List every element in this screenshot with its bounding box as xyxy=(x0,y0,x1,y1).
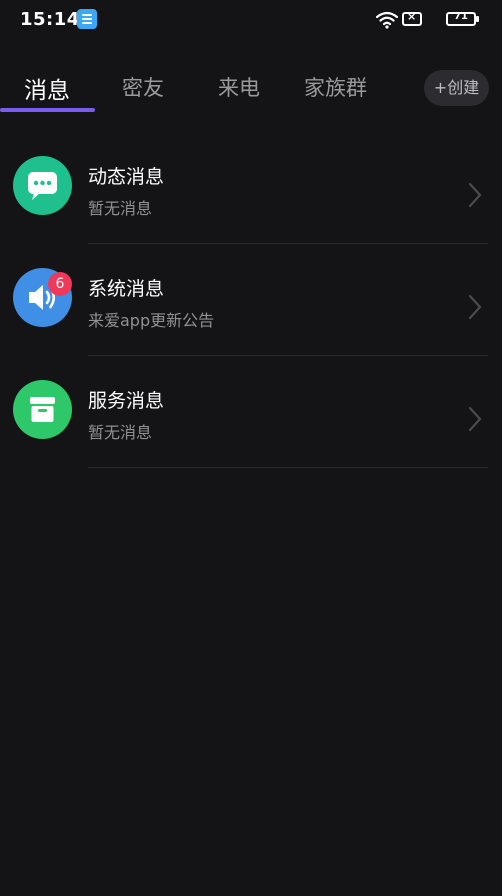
item-subtitle: 暂无消息 xyxy=(88,199,153,218)
no-sim-label: × xyxy=(407,10,417,23)
list-item-service-messages[interactable]: 服务消息 暂无消息 xyxy=(0,356,502,468)
tab-close-friends[interactable]: 密友 xyxy=(122,72,164,102)
chat-bubble-icon xyxy=(13,156,72,215)
item-title: 系统消息 xyxy=(88,278,165,300)
list-item-dynamic-messages[interactable]: 动态消息 暂无消息 xyxy=(0,132,502,244)
item-subtitle: 暂无消息 xyxy=(88,423,153,442)
item-subtitle: 来爱app更新公告 xyxy=(88,311,215,330)
no-sim-icon: × xyxy=(402,10,422,26)
battery-level: 71 xyxy=(454,11,468,22)
status-time: 15:14 xyxy=(20,9,80,30)
create-button[interactable]: +创建 xyxy=(424,70,489,106)
chevron-right-icon xyxy=(468,406,482,432)
wifi-icon xyxy=(376,11,398,29)
chevron-right-icon xyxy=(468,182,482,208)
unread-count-badge: 6 xyxy=(48,272,72,296)
tab-calls[interactable]: 来电 xyxy=(218,72,260,102)
notification-note-icon xyxy=(77,9,97,29)
tab-family-group[interactable]: 家族群 xyxy=(304,72,367,102)
active-tab-indicator xyxy=(0,108,95,112)
message-list: 动态消息 暂无消息 系统消息 来爱app更新公告 服务消息 暂无消息 xyxy=(0,132,502,468)
battery-icon: 71 xyxy=(446,11,479,26)
box-icon xyxy=(13,380,72,439)
status-bar: 15:14 × 71 xyxy=(0,0,502,40)
tab-messages[interactable]: 消息 xyxy=(24,71,70,105)
chevron-right-icon xyxy=(468,294,482,320)
item-title: 服务消息 xyxy=(88,390,165,412)
tab-bar: 消息 密友 来电 家族群 +创建 xyxy=(0,64,502,116)
list-item-system-messages[interactable]: 系统消息 来爱app更新公告 xyxy=(0,244,502,356)
item-title: 动态消息 xyxy=(88,166,165,188)
divider xyxy=(88,467,488,468)
